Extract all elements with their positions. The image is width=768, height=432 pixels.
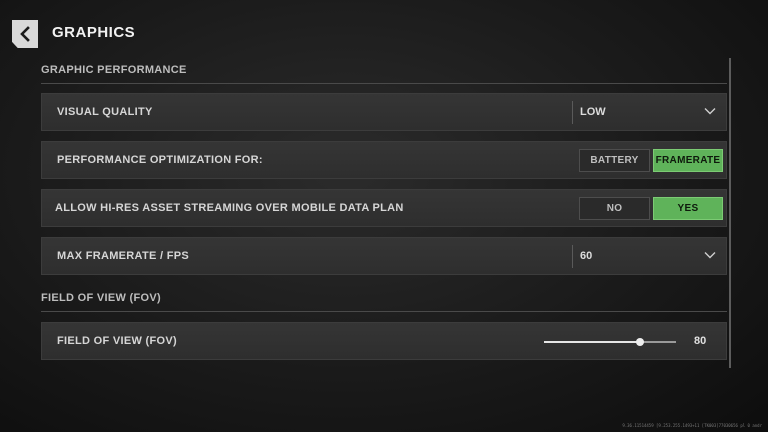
performance-optimization-row: PERFORMANCE OPTIMIZATION FOR: BATTERY FR… [41, 141, 727, 179]
max-framerate-label: MAX FRAMERATE / FPS [57, 250, 189, 262]
fov-label: FIELD OF VIEW (FOV) [57, 335, 177, 347]
page-title: GRAPHICS [52, 24, 136, 41]
back-button[interactable] [12, 20, 38, 48]
chevron-left-icon [20, 26, 30, 42]
fov-slider[interactable] [544, 338, 676, 346]
battery-option-button[interactable]: BATTERY [579, 149, 650, 172]
section-divider [41, 311, 727, 312]
dropdown-divider [572, 245, 573, 268]
performance-optimization-label: PERFORMANCE OPTIMIZATION FOR: [57, 154, 263, 166]
framerate-option-button[interactable]: FRAMERATE [653, 149, 723, 172]
visual-quality-label: VISUAL QUALITY [57, 106, 153, 118]
visual-quality-value: LOW [580, 106, 606, 118]
section-divider [41, 83, 727, 84]
max-framerate-value: 60 [580, 250, 593, 262]
yes-option-button[interactable]: YES [653, 197, 723, 220]
chevron-down-icon [704, 252, 716, 259]
fov-slider-thumb[interactable] [636, 338, 645, 346]
section-header-fov: FIELD OF VIEW (FOV) [41, 292, 161, 304]
max-framerate-row[interactable]: MAX FRAMERATE / FPS 60 [41, 237, 727, 275]
section-header-performance: GRAPHIC PERFORMANCE [41, 64, 187, 76]
build-info: 9.36.11514459 [9.253.255.1493+11 [TK003]… [622, 423, 762, 428]
scrollbar[interactable] [729, 58, 731, 368]
visual-quality-row[interactable]: VISUAL QUALITY LOW [41, 93, 727, 131]
chevron-down-icon [704, 108, 716, 115]
fov-value: 80 [694, 335, 707, 347]
no-option-button[interactable]: NO [579, 197, 650, 220]
fov-slider-fill [544, 341, 641, 343]
dropdown-divider [572, 101, 573, 124]
fov-row: FIELD OF VIEW (FOV) 80 [41, 322, 727, 360]
hires-streaming-label: ALLOW HI-RES ASSET STREAMING OVER MOBILE… [55, 202, 404, 214]
hires-streaming-row: ALLOW HI-RES ASSET STREAMING OVER MOBILE… [41, 189, 727, 227]
